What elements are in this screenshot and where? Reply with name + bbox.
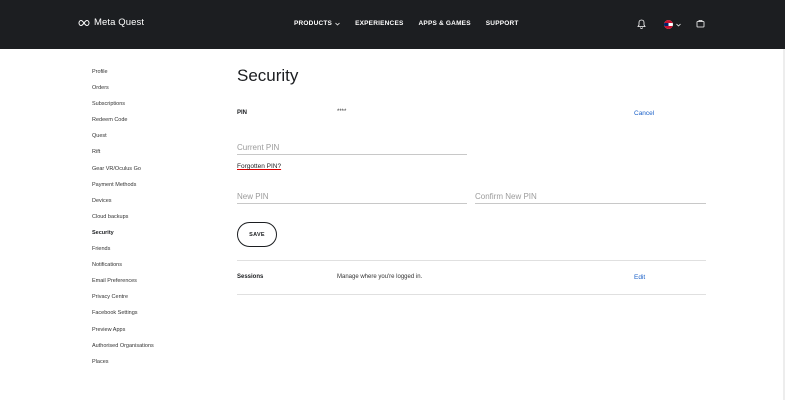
- sidebar-item-privacy-centre[interactable]: Privacy Centre: [92, 292, 202, 308]
- sidebar-item-profile[interactable]: Profile: [92, 67, 202, 83]
- bell-icon[interactable]: [637, 19, 646, 29]
- sidebar-item-email-preferences[interactable]: Email Preferences: [92, 276, 202, 292]
- sidebar-item-friends[interactable]: Friends: [92, 244, 202, 260]
- nav-products-label: PRODUCTS: [294, 20, 333, 27]
- nav-support[interactable]: SUPPORT: [486, 20, 519, 27]
- brand-name: Meta Quest: [94, 17, 145, 28]
- top-navigation-bar: Meta Quest PRODUCTS EXPERIENCES APPS & G…: [0, 0, 785, 49]
- sessions-label: Sessions: [237, 274, 264, 280]
- nav-experiences[interactable]: EXPERIENCES: [355, 20, 403, 27]
- new-pin-input[interactable]: [237, 190, 467, 204]
- sessions-description: Manage where you're logged in.: [337, 274, 423, 280]
- sidebar-item-orders[interactable]: Orders: [92, 83, 202, 99]
- sidebar-item-rift[interactable]: Rift: [92, 147, 202, 163]
- nav-products[interactable]: PRODUCTS: [294, 20, 340, 27]
- sidebar-item-places[interactable]: Places: [92, 357, 202, 373]
- sidebar-item-preview-apps[interactable]: Preview Apps: [92, 325, 202, 341]
- nav-apps-games[interactable]: APPS & GAMES: [419, 20, 471, 27]
- sidebar-item-cloud-backups[interactable]: Cloud backups: [92, 212, 202, 228]
- pin-label: PIN: [237, 110, 248, 116]
- sidebar-item-payment-methods[interactable]: Payment Methods: [92, 180, 202, 196]
- sidebar-item-security[interactable]: Security: [92, 228, 202, 244]
- section-divider: [237, 260, 706, 261]
- chevron-down-icon[interactable]: [676, 23, 681, 27]
- current-pin-input[interactable]: [237, 141, 467, 155]
- meta-quest-logo[interactable]: Meta Quest: [78, 17, 144, 28]
- sidebar-item-redeem-code[interactable]: Redeem Code: [92, 115, 202, 131]
- sidebar-item-notifications[interactable]: Notifications: [92, 260, 202, 276]
- account-sidebar: Profile Orders Subscriptions Redeem Code…: [92, 67, 202, 373]
- sidebar-item-subscriptions[interactable]: Subscriptions: [92, 99, 202, 115]
- chevron-down-icon: [335, 22, 340, 26]
- sidebar-item-facebook-settings[interactable]: Facebook Settings: [92, 308, 202, 324]
- section-divider: [237, 294, 706, 295]
- save-button[interactable]: SAVE: [237, 222, 277, 247]
- cart-icon[interactable]: [696, 19, 705, 28]
- sidebar-item-authorised-organisations[interactable]: Authorised Organisations: [92, 341, 202, 357]
- flag-icon[interactable]: [664, 20, 673, 29]
- main-nav: PRODUCTS EXPERIENCES APPS & GAMES SUPPOR…: [294, 20, 519, 27]
- sidebar-item-quest[interactable]: Quest: [92, 131, 202, 147]
- pin-masked-value: ****: [337, 109, 347, 115]
- meta-infinity-icon: [78, 19, 90, 26]
- cancel-link[interactable]: Cancel: [634, 110, 654, 117]
- sidebar-item-devices[interactable]: Devices: [92, 196, 202, 212]
- confirm-new-pin-input[interactable]: [475, 190, 706, 204]
- edit-sessions-link[interactable]: Edit: [634, 274, 645, 281]
- page-title: Security: [237, 66, 299, 85]
- forgotten-pin-link[interactable]: Forgotten PIN?: [237, 163, 281, 170]
- sidebar-item-gear-vr[interactable]: Gear VR/Oculus Go: [92, 164, 202, 180]
